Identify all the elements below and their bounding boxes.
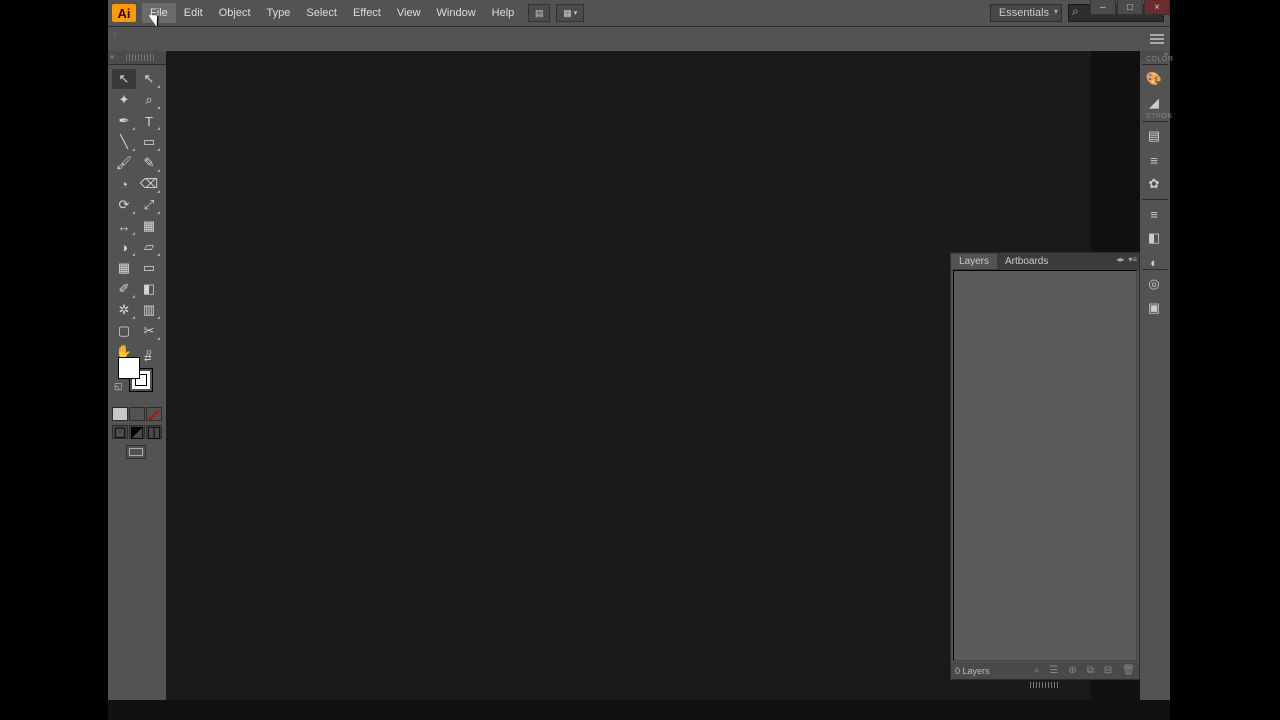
menu-object[interactable]: Object: [211, 3, 259, 23]
minimize-button[interactable]: –: [1090, 0, 1116, 15]
eraser-tool[interactable]: ⌫: [137, 174, 161, 194]
gradient-panel-icon[interactable]: ◧: [1142, 227, 1166, 249]
fill-swatch[interactable]: [118, 357, 140, 379]
color-panel-icon[interactable]: 🎨: [1142, 68, 1166, 90]
shapebuilder-tool[interactable]: ◑: [112, 237, 136, 257]
width-tool[interactable]: ↔: [112, 216, 136, 236]
bridge-button[interactable]: ▤: [528, 4, 550, 22]
selection-tool[interactable]: ↖: [112, 69, 136, 89]
default-fill-stroke-icon[interactable]: ◱: [114, 381, 123, 392]
control-bar-menu-icon[interactable]: [1148, 32, 1166, 46]
layers-footer-icon-0[interactable]: ⌕: [1034, 665, 1040, 676]
fill-stroke-control[interactable]: ⇄ ◱: [112, 351, 162, 405]
menu-select[interactable]: Select: [298, 3, 345, 23]
draw-mode-row: ◻ ◩ ◫: [112, 425, 162, 439]
dock-group: COLOR🎨◢: [1142, 64, 1168, 116]
draw-behind[interactable]: ◩: [129, 425, 145, 439]
color-mode-gradient[interactable]: [129, 407, 145, 421]
layers-footer-icon-4[interactable]: ⊟: [1104, 665, 1112, 676]
control-bar: ⋮: [108, 26, 1170, 51]
tools-panel-header[interactable]: «: [108, 51, 166, 65]
tab-artboards[interactable]: Artboards: [997, 254, 1056, 269]
panel-resize-grip[interactable]: [1030, 682, 1060, 688]
right-panel-dock: » COLOR🎨◢STROK▤≡✿≡◧◐◎▣: [1140, 51, 1170, 700]
artboard-tool[interactable]: ▢: [112, 321, 136, 341]
perspective-tool[interactable]: ▱: [137, 237, 161, 257]
dock-group: ≡◧◐: [1142, 199, 1168, 275]
menu-help[interactable]: Help: [484, 3, 523, 23]
lasso-tool[interactable]: ⌕: [137, 90, 161, 110]
menu-bar: Ai FileEditObjectTypeSelectEffectViewWin…: [108, 0, 1170, 26]
rotate-tool[interactable]: ⟳: [112, 195, 136, 215]
line-tool[interactable]: ╲: [112, 132, 136, 152]
scale-tool[interactable]: ⤢: [137, 195, 161, 215]
color-mode-none[interactable]: [146, 407, 162, 421]
layers-footer-icon-2[interactable]: ⊕: [1068, 665, 1076, 676]
menu-view[interactable]: View: [389, 3, 429, 23]
color-guide-panel-icon[interactable]: ◢: [1142, 92, 1166, 114]
menu-type[interactable]: Type: [259, 3, 299, 23]
gradient-tool[interactable]: ▭: [137, 258, 161, 278]
direct-selection-tool[interactable]: ↖: [137, 69, 161, 89]
close-button[interactable]: ×: [1144, 0, 1170, 15]
paintbrush-tool[interactable]: 🖌: [112, 153, 136, 173]
panel-menu-icon[interactable]: ▾≡: [1128, 255, 1137, 264]
control-bar-grip[interactable]: ⋮: [111, 34, 118, 38]
layers-footer-icon-3[interactable]: ⧉: [1087, 665, 1094, 676]
tools-panel: « ↖↖✦⌕✒T╲▭🖌✎◔⌫⟳⤢↔▦◑▱▦▭✐◧✲▥▢✂✋⌕ ⇄ ◱ ◻ ◩ ◫: [108, 51, 166, 700]
screen-mode-button[interactable]: [126, 445, 146, 459]
layers-footer: 0 Layers ⌕ ☰ ⊕ ⧉ ⊟ 🗑: [951, 662, 1139, 679]
dock-group-label: STROK: [1146, 113, 1173, 120]
layers-list[interactable]: [953, 270, 1137, 661]
layers-panel-tabs: Layers Artboards ◂▸ ▾≡: [951, 253, 1139, 270]
pencil-tool[interactable]: ✎: [137, 153, 161, 173]
type-tool[interactable]: T: [137, 111, 161, 131]
graphic-styles-panel-icon[interactable]: ▣: [1142, 297, 1166, 319]
rectangle-tool[interactable]: ▭: [137, 132, 161, 152]
free-transform-tool[interactable]: ▦: [137, 216, 161, 236]
app-logo: Ai: [112, 4, 136, 22]
tab-layers[interactable]: Layers: [951, 254, 997, 269]
swatches-panel-icon[interactable]: ▤: [1142, 125, 1166, 147]
color-mode-row: [112, 407, 162, 421]
stroke-panel-icon[interactable]: ≡: [1142, 203, 1166, 225]
color-mode-color[interactable]: [112, 407, 128, 421]
menu-effect[interactable]: Effect: [345, 3, 389, 23]
maximize-button[interactable]: □: [1117, 0, 1143, 15]
draw-inside[interactable]: ◫: [146, 425, 162, 439]
dock-group-label: COLOR: [1146, 56, 1173, 63]
symbols-panel-icon[interactable]: ✿: [1142, 173, 1166, 195]
slice-tool[interactable]: ✂: [137, 321, 161, 341]
arrange-documents-button[interactable]: ▦: [556, 4, 584, 22]
mesh-tool[interactable]: ▦: [112, 258, 136, 278]
layers-footer-icon-5[interactable]: 🗑: [1122, 665, 1135, 676]
layers-count-label: 0 Layers: [955, 666, 990, 676]
layers-footer-icon-1[interactable]: ☰: [1049, 665, 1058, 676]
menu-edit[interactable]: Edit: [176, 3, 211, 23]
graph-tool[interactable]: ▥: [137, 300, 161, 320]
menu-window[interactable]: Window: [429, 3, 484, 23]
eyedropper-tool[interactable]: ✐: [112, 279, 136, 299]
dock-group: ◎▣: [1142, 269, 1168, 321]
menu-file[interactable]: File: [142, 3, 176, 23]
symbol-sprayer-tool[interactable]: ✲: [112, 300, 136, 320]
panel-collapse-icon[interactable]: ◂▸: [1116, 255, 1124, 264]
draw-normal[interactable]: ◻: [112, 425, 128, 439]
blob-brush-tool[interactable]: ◔: [112, 174, 136, 194]
workspace-switcher[interactable]: Essentials: [990, 4, 1062, 22]
dock-group: STROK▤≡✿: [1142, 121, 1168, 197]
pen-tool[interactable]: ✒: [112, 111, 136, 131]
window-controls: – □ ×: [1089, 0, 1170, 15]
blend-tool[interactable]: ◧: [137, 279, 161, 299]
layers-panel: Layers Artboards ◂▸ ▾≡ 0 Layers ⌕ ☰ ⊕ ⧉ ⊟ 🗑: [950, 252, 1140, 680]
appearance-panel-icon[interactable]: ◎: [1142, 273, 1166, 295]
magic-wand-tool[interactable]: ✦: [112, 90, 136, 110]
brushes-panel-icon[interactable]: ≡: [1142, 149, 1166, 171]
app-window: Ai FileEditObjectTypeSelectEffectViewWin…: [108, 0, 1170, 720]
swap-fill-stroke-icon[interactable]: ⇄: [144, 353, 152, 364]
